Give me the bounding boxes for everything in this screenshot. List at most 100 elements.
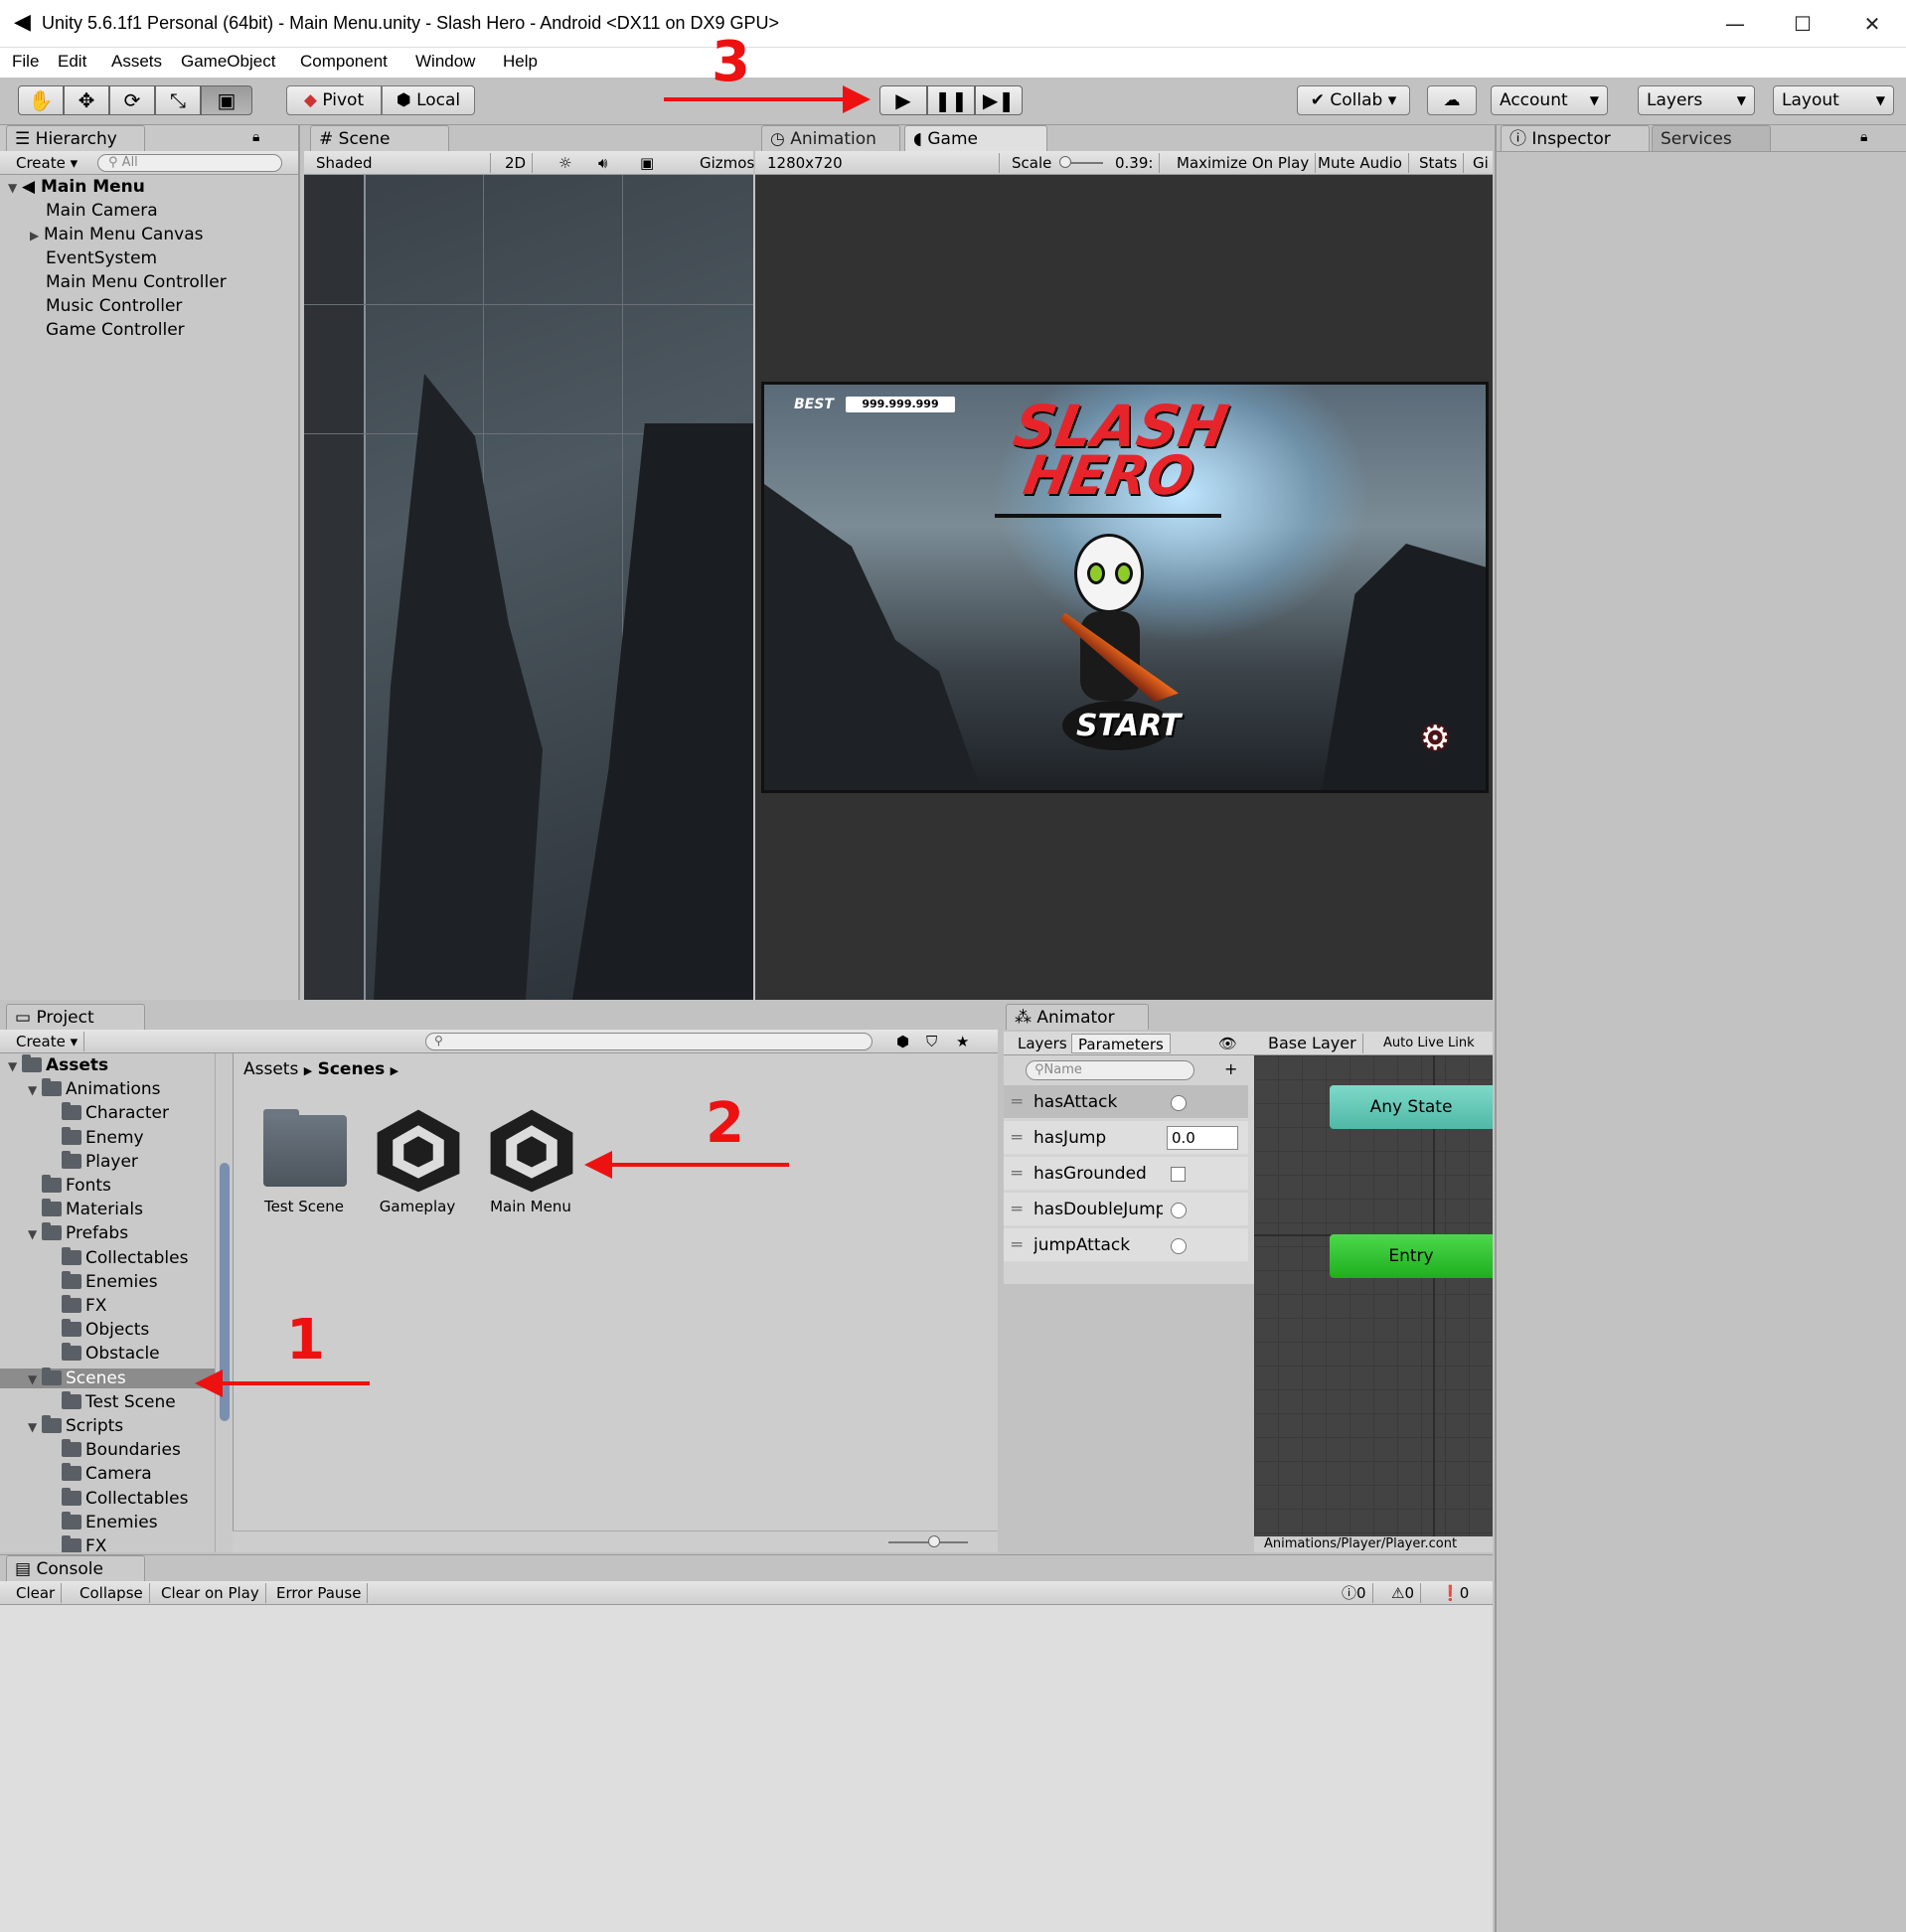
step-button[interactable]: ▶❚: [975, 85, 1023, 115]
scale-tool-icon[interactable]: ⤡: [155, 85, 201, 115]
project-tree-item[interactable]: Test Scene: [48, 1390, 176, 1412]
warning-filter-toggle[interactable]: ⚠0: [1385, 1583, 1421, 1603]
project-tree-item[interactable]: Collectables: [48, 1487, 188, 1509]
resolution-dropdown[interactable]: 1280x720: [761, 153, 1000, 173]
add-parameter-icon[interactable]: +: [1224, 1059, 1237, 1078]
project-tree-item[interactable]: ▼ Scripts: [28, 1415, 123, 1436]
favorite-star-icon[interactable]: ★: [950, 1032, 975, 1051]
tab-project[interactable]: ▭ Project: [6, 1004, 145, 1030]
project-tree-item[interactable]: Fonts: [28, 1175, 111, 1196]
project-tree-item[interactable]: ▼ Animations: [28, 1078, 161, 1099]
tree-scrollbar[interactable]: [215, 1053, 233, 1552]
tab-hierarchy[interactable]: ☰ Hierarchy: [6, 125, 145, 151]
scale-slider-thumb[interactable]: [1059, 156, 1071, 168]
main-menu-unity-scene-icon[interactable]: [486, 1105, 577, 1197]
auto-live-link-toggle[interactable]: Auto Live Link: [1377, 1034, 1481, 1053]
tab-services[interactable]: Services: [1652, 125, 1771, 151]
rotate-tool-icon[interactable]: ⟳: [109, 85, 155, 115]
stats-toggle[interactable]: Stats: [1413, 153, 1465, 173]
expand-arrow-icon[interactable]: ▼: [28, 1227, 42, 1241]
float-value-input[interactable]: 0.0: [1167, 1126, 1238, 1150]
project-tree-item[interactable]: Collectables: [48, 1246, 188, 1268]
trigger-radio[interactable]: [1171, 1238, 1187, 1254]
shaded-dropdown[interactable]: Shaded: [310, 153, 491, 173]
project-tree-item[interactable]: ▼ Assets: [8, 1054, 108, 1075]
gameplay-unity-scene-icon[interactable]: [373, 1105, 464, 1197]
game-gizmos-button[interactable]: Gi: [1467, 153, 1495, 173]
expand-arrow-icon[interactable]: ▼: [28, 1083, 42, 1097]
parameter-row[interactable]: ═ hasAttack: [1004, 1085, 1248, 1119]
tab-animation[interactable]: ◷ Animation: [761, 125, 900, 151]
minimize-button[interactable]: —: [1705, 6, 1765, 42]
layout-dropdown[interactable]: Layout ▼: [1773, 85, 1894, 115]
project-tree-item[interactable]: Character: [48, 1102, 169, 1123]
maximize-button[interactable]: ☐: [1773, 6, 1832, 42]
project-create-button[interactable]: Create ▾: [10, 1032, 85, 1051]
tab-inspector[interactable]: ⓘ Inspector: [1501, 125, 1650, 151]
close-button[interactable]: ✕: [1842, 6, 1902, 42]
hierarchy-item[interactable]: EventSystem: [46, 248, 157, 268]
entry-node[interactable]: Entry: [1330, 1234, 1493, 1278]
project-tree-item[interactable]: FX: [48, 1535, 106, 1552]
scene-view[interactable]: [304, 175, 753, 1000]
collapse-toggle[interactable]: Collapse: [74, 1583, 150, 1603]
settings-gear-icon[interactable]: ⚙: [1420, 719, 1450, 758]
project-tree-item[interactable]: Objects: [48, 1319, 149, 1340]
project-tree-item[interactable]: ▼ Prefabs: [28, 1222, 128, 1243]
breadcrumb-root[interactable]: Assets: [243, 1059, 298, 1079]
drag-handle-icon[interactable]: ═: [1012, 1085, 1022, 1119]
menu-edit[interactable]: Edit: [58, 52, 86, 72]
audio-icon[interactable]: 🔊︎: [592, 153, 613, 173]
rect-tool-icon[interactable]: ▣: [201, 85, 252, 115]
project-tree-item[interactable]: ▼ Scenes: [0, 1367, 215, 1388]
clear-on-play-toggle[interactable]: Clear on Play: [155, 1583, 266, 1603]
local-toggle[interactable]: ⬢ Local: [382, 85, 475, 115]
drag-handle-icon[interactable]: ═: [1012, 1121, 1022, 1155]
error-pause-toggle[interactable]: Error Pause: [270, 1583, 369, 1603]
collab-button[interactable]: ✔ Collab ▾: [1297, 85, 1410, 115]
layers-dropdown[interactable]: Layers ▼: [1638, 85, 1755, 115]
project-tree-item[interactable]: Obstacle: [48, 1343, 160, 1364]
eye-icon[interactable]: 👁︎: [1212, 1034, 1243, 1053]
parameter-row[interactable]: ═ hasDoubleJump: [1004, 1193, 1248, 1226]
lighting-icon[interactable]: ☼: [553, 153, 577, 173]
parameter-row[interactable]: ═ jumpAttack: [1004, 1228, 1248, 1262]
trigger-radio[interactable]: [1171, 1203, 1187, 1218]
expand-arrow-icon[interactable]: ▼: [8, 1059, 22, 1073]
hierarchy-item[interactable]: Main Camera: [46, 201, 158, 221]
pause-button[interactable]: ❚❚: [927, 85, 975, 115]
layers-tab[interactable]: Layers: [1012, 1034, 1074, 1053]
hierarchy-item[interactable]: ▶ Main Menu Canvas: [30, 225, 203, 244]
lock-icon[interactable]: 🔒︎: [252, 129, 259, 145]
play-button[interactable]: ▶: [879, 85, 927, 115]
parameter-row[interactable]: ═ hasJump 0.0: [1004, 1121, 1248, 1155]
menu-file[interactable]: File: [12, 52, 39, 72]
hand-tool-icon[interactable]: ✋: [18, 85, 64, 115]
parameters-tab[interactable]: Parameters: [1071, 1034, 1171, 1053]
parameter-search-input[interactable]: ⚲Name: [1026, 1060, 1194, 1080]
any-state-node[interactable]: Any State: [1330, 1085, 1493, 1129]
drag-handle-icon[interactable]: ═: [1012, 1157, 1022, 1191]
parameter-row[interactable]: ═ hasGrounded: [1004, 1157, 1248, 1191]
project-tree-item[interactable]: Materials: [28, 1199, 143, 1219]
filter-label-icon[interactable]: ⛉: [920, 1032, 943, 1051]
bool-checkbox[interactable]: [1171, 1167, 1186, 1182]
tab-animator[interactable]: ⁂ Animator: [1006, 1004, 1149, 1030]
project-tree-item[interactable]: Camera: [48, 1463, 152, 1484]
trigger-radio[interactable]: [1171, 1095, 1187, 1111]
project-tree-item[interactable]: Enemies: [48, 1511, 158, 1532]
2d-toggle[interactable]: 2D: [499, 153, 534, 173]
menu-gameobject[interactable]: GameObject: [181, 52, 275, 72]
clear-button[interactable]: Clear: [10, 1583, 63, 1603]
menu-help[interactable]: Help: [503, 52, 538, 72]
animator-graph[interactable]: Any State Entry: [1254, 1055, 1493, 1536]
hierarchy-item[interactable]: Main Menu Controller: [46, 272, 227, 292]
game-view[interactable]: BEST 999.999.999 SLASH HERO START ⚙: [755, 175, 1493, 1000]
base-layer-breadcrumb[interactable]: Base Layer: [1262, 1034, 1363, 1053]
project-tree-item[interactable]: FX: [48, 1295, 106, 1316]
tab-console[interactable]: ▤ Console: [6, 1555, 145, 1581]
filter-type-icon[interactable]: ⬢: [890, 1032, 915, 1051]
log-filter-toggle[interactable]: ⓘ0: [1336, 1583, 1373, 1603]
breadcrumb-current[interactable]: Scenes: [318, 1059, 386, 1079]
lock-icon[interactable]: 🔒︎: [1860, 129, 1867, 145]
